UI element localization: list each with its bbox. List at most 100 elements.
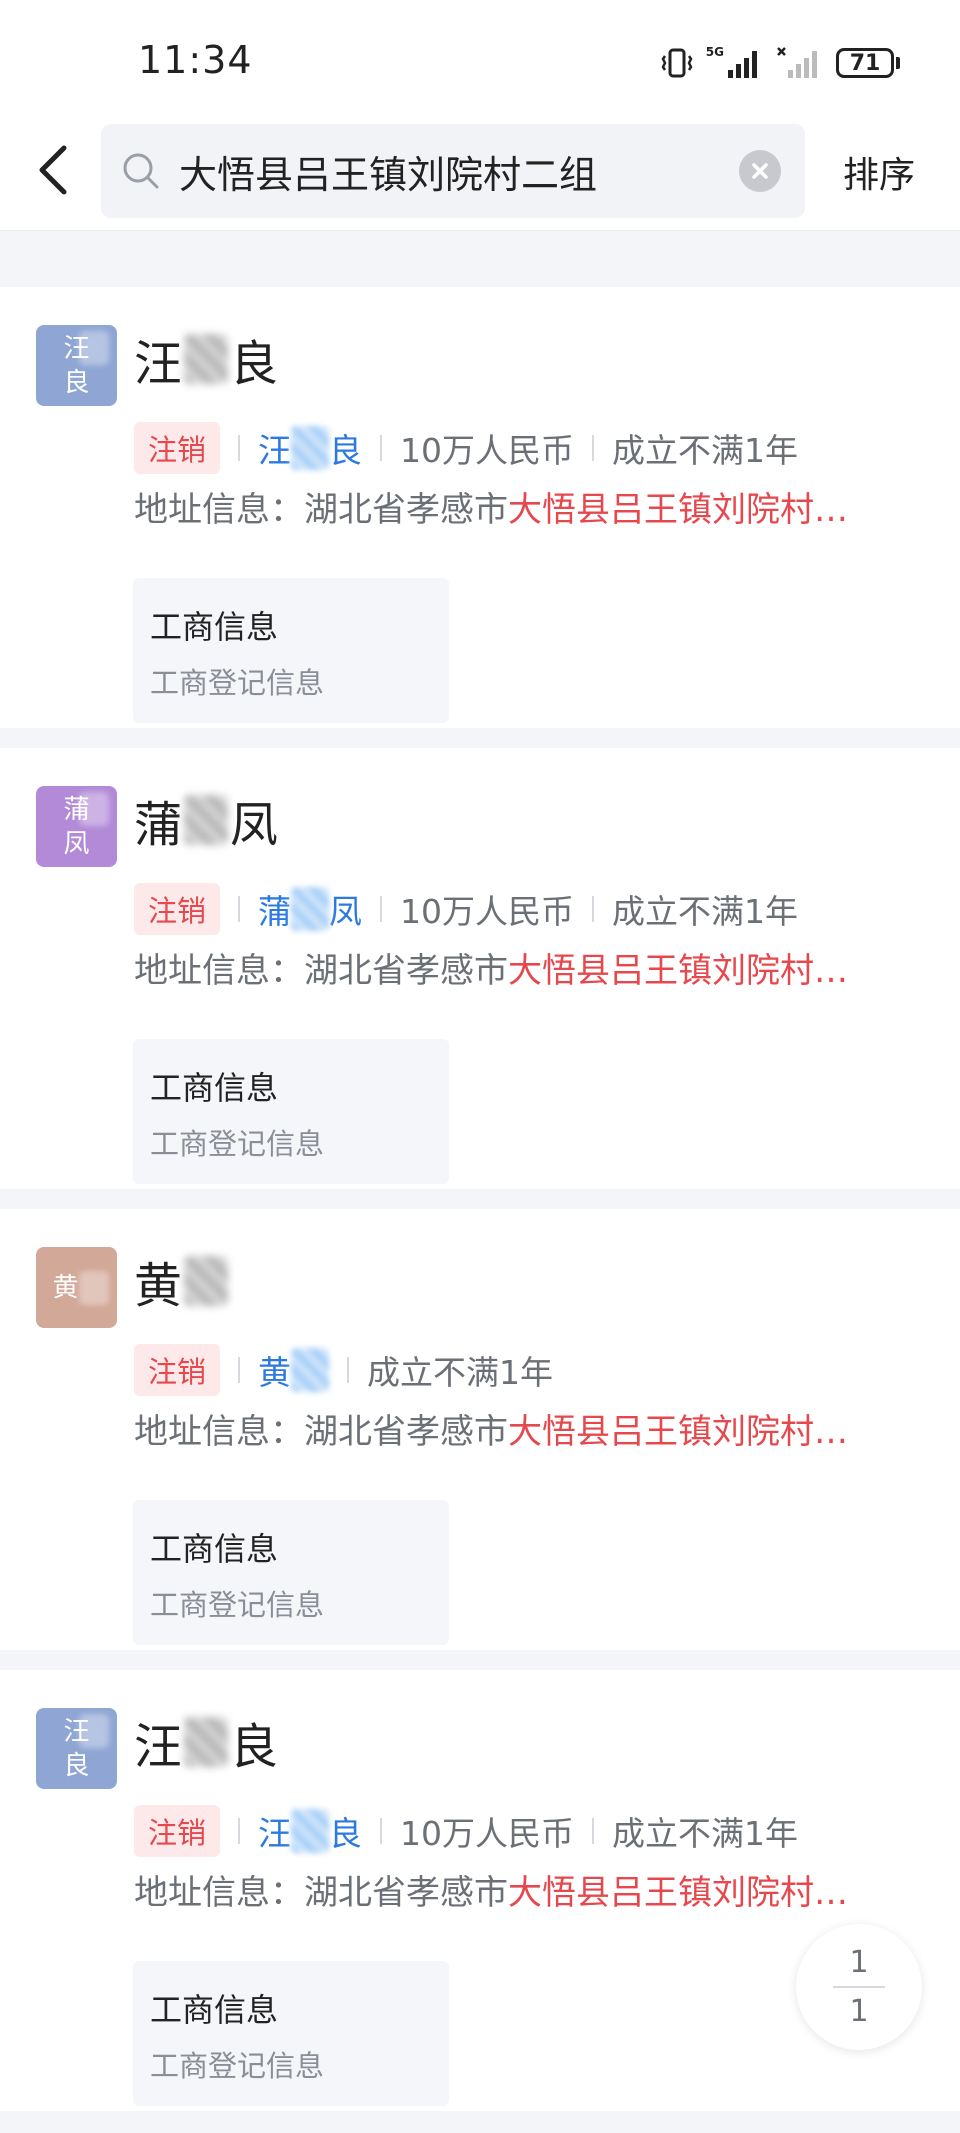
info-box-title: 工商信息 bbox=[150, 1530, 279, 1568]
status-badge: 注销 bbox=[134, 883, 221, 935]
business-info-box[interactable]: 工商信息 工商登记信息 bbox=[133, 1039, 449, 1184]
divider bbox=[592, 435, 595, 461]
address-highlight: 大悟县吕王镇刘院村… bbox=[508, 1873, 848, 1913]
company-name[interactable]: 黄 bbox=[134, 1249, 230, 1314]
establish-age: 成立不满1年 bbox=[367, 1353, 554, 1392]
address-row: 地址信息：湖北省孝感市大悟县吕王镇刘院村… bbox=[134, 1868, 924, 1918]
name-part: 汪 bbox=[134, 336, 183, 392]
search-icon bbox=[123, 153, 159, 189]
avatar-char: 良 bbox=[63, 367, 90, 398]
divider bbox=[238, 1357, 241, 1383]
info-box-title: 工商信息 bbox=[150, 608, 279, 646]
address-row: 地址信息：湖北省孝感市大悟县吕王镇刘院村… bbox=[134, 946, 924, 996]
status-badge: 注销 bbox=[134, 1805, 221, 1857]
business-info-box[interactable]: 工商信息 工商登记信息 bbox=[133, 1500, 449, 1645]
clear-search-button[interactable] bbox=[739, 150, 781, 192]
meta-row: 注销 汪 良 10万人民币 成立不满1年 bbox=[134, 421, 798, 475]
divider bbox=[238, 1818, 241, 1844]
divider bbox=[380, 1818, 383, 1844]
divider bbox=[238, 896, 241, 922]
signal-5g-icon: 5G bbox=[706, 46, 764, 80]
legal-rep-part: 黄 bbox=[258, 1353, 292, 1392]
info-box-title: 工商信息 bbox=[150, 1991, 279, 2029]
chevron-left-icon bbox=[39, 145, 67, 195]
legal-rep-link[interactable]: 蒲 凤 bbox=[258, 885, 362, 933]
result-card-3[interactable]: 黄 黄 注销 黄 成立不满1年 地址信息：湖北省孝感市大悟县吕王镇刘院村… 工商… bbox=[0, 1209, 960, 1650]
battery-tip bbox=[896, 57, 900, 69]
info-box-title: 工商信息 bbox=[150, 1069, 279, 1107]
battery-icon: 71 bbox=[836, 48, 900, 78]
no-signal-icon bbox=[776, 46, 824, 80]
address-prefix: 地址信息：湖北省孝感市 bbox=[134, 1873, 508, 1913]
avatar-mosaic bbox=[79, 1271, 109, 1305]
divider bbox=[592, 896, 595, 922]
avatar-mosaic bbox=[79, 331, 109, 365]
company-name[interactable]: 汪 良 bbox=[134, 1710, 279, 1775]
legal-rep-link[interactable]: 汪 良 bbox=[258, 424, 362, 472]
search-input[interactable] bbox=[179, 124, 719, 218]
registered-capital: 10万人民币 bbox=[400, 431, 575, 470]
result-card-2[interactable]: 蒲 凤 蒲 凤 注销 蒲 凤 10万人民币 成立不满1年 地址信息：湖北省孝感市… bbox=[0, 748, 960, 1189]
legal-rep-mosaic bbox=[291, 426, 330, 470]
name-mosaic bbox=[184, 1256, 229, 1306]
avatar-char: 凤 bbox=[63, 828, 90, 859]
status-badge: 注销 bbox=[134, 1344, 221, 1396]
name-part: 良 bbox=[230, 336, 279, 392]
page-current: 1 bbox=[849, 1945, 869, 1980]
establish-age: 成立不满1年 bbox=[612, 431, 799, 470]
name-part: 良 bbox=[230, 1719, 279, 1775]
status-time: 11:34 bbox=[138, 38, 253, 82]
avatar-mosaic bbox=[79, 792, 109, 826]
company-name[interactable]: 汪 良 bbox=[134, 327, 279, 392]
legal-rep-part: 汪 bbox=[258, 431, 292, 470]
info-box-subtitle: 工商登记信息 bbox=[150, 1127, 325, 1161]
establish-age: 成立不满1年 bbox=[612, 1814, 799, 1853]
search-box[interactable] bbox=[101, 124, 805, 218]
divider bbox=[380, 896, 383, 922]
business-info-box[interactable]: 工商信息 工商登记信息 bbox=[133, 1961, 449, 2106]
legal-rep-mosaic bbox=[291, 1348, 330, 1392]
address-highlight: 大悟县吕王镇刘院村… bbox=[508, 1412, 848, 1452]
sort-button[interactable]: 排序 bbox=[843, 146, 915, 198]
address-highlight: 大悟县吕王镇刘院村… bbox=[508, 951, 848, 991]
page-divider bbox=[833, 1986, 885, 1988]
meta-row: 注销 黄 成立不满1年 bbox=[134, 1343, 553, 1397]
legal-rep-part: 良 bbox=[329, 431, 363, 470]
company-avatar: 黄 bbox=[36, 1247, 117, 1328]
name-mosaic bbox=[184, 334, 229, 384]
divider bbox=[380, 435, 383, 461]
legal-rep-part: 蒲 bbox=[258, 892, 292, 931]
status-bar: 11:34 5G 71 bbox=[0, 0, 960, 118]
result-card-1[interactable]: 汪 良 汪 良 注销 汪 良 10万人民币 成立不满1年 地址信息：湖北省孝感市… bbox=[0, 287, 960, 728]
address-highlight: 大悟县吕王镇刘院村… bbox=[508, 490, 848, 530]
result-card-4[interactable]: 汪 良 汪 良 注销 汪 良 10万人民币 成立不满1年 地址信息：湖北省孝感市… bbox=[0, 1670, 960, 2111]
back-button[interactable] bbox=[26, 142, 82, 198]
battery-level: 71 bbox=[836, 48, 894, 78]
legal-rep-link[interactable]: 黄 bbox=[258, 1346, 330, 1394]
name-mosaic bbox=[184, 795, 229, 845]
legal-rep-link[interactable]: 汪 良 bbox=[258, 1807, 362, 1855]
info-box-subtitle: 工商登记信息 bbox=[150, 1588, 325, 1622]
divider bbox=[347, 1357, 350, 1383]
name-mosaic bbox=[184, 1717, 229, 1767]
legal-rep-part: 凤 bbox=[329, 892, 363, 931]
vibrate-icon bbox=[660, 46, 694, 80]
company-avatar: 汪 良 bbox=[36, 325, 117, 406]
registered-capital: 10万人民币 bbox=[400, 892, 575, 931]
company-avatar: 汪 良 bbox=[36, 1708, 117, 1789]
registered-capital: 10万人民币 bbox=[400, 1814, 575, 1853]
network-label: 5G bbox=[705, 45, 724, 59]
address-prefix: 地址信息：湖北省孝感市 bbox=[134, 490, 508, 530]
company-name[interactable]: 蒲 凤 bbox=[134, 788, 278, 853]
page-indicator[interactable]: 1 1 bbox=[796, 1924, 922, 2050]
address-row: 地址信息：湖北省孝感市大悟县吕王镇刘院村… bbox=[134, 485, 924, 535]
name-part: 蒲 bbox=[134, 797, 183, 853]
divider bbox=[238, 435, 241, 461]
name-part: 黄 bbox=[134, 1258, 183, 1314]
company-avatar: 蒲 凤 bbox=[36, 786, 117, 867]
legal-rep-part: 良 bbox=[329, 1814, 363, 1853]
divider bbox=[592, 1818, 595, 1844]
address-prefix: 地址信息：湖北省孝感市 bbox=[134, 951, 508, 991]
avatar-char: 良 bbox=[63, 1750, 90, 1781]
business-info-box[interactable]: 工商信息 工商登记信息 bbox=[133, 578, 449, 723]
